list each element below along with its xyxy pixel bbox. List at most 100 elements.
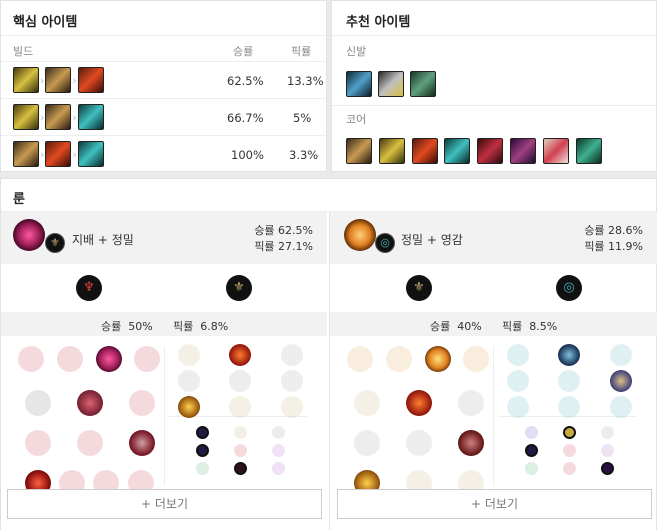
infinity-edge-icon[interactable] [45,67,72,93]
boots-label: 신발 [346,45,367,58]
core-items-panel: 핵심 아이템 빌드 승률 픽률 › › 62.5% 13.3% › › 66.7% … [0,0,327,172]
magic-resist-shard-icon[interactable] [601,462,614,475]
presence-of-mind-icon[interactable] [281,344,303,366]
magic-resist-shard-icon[interactable] [272,462,285,475]
build-pickrate: 13.3% [287,74,324,88]
ability-haste-shard-icon[interactable] [601,426,614,439]
build-row: › › 66.7% 5% [1,98,326,135]
rune-page: ⚜ 지배 + 정밀 승률 62.5% 픽률 27.1% ♆ ⚜ 승률 50% 픽… [1,212,327,530]
rune-page-header[interactable]: ◎ 정밀 + 영감 승률 28.6% 픽률 11.9% [330,212,657,264]
dark-harvest-icon[interactable] [96,346,122,372]
taste-of-blood-icon[interactable] [77,390,103,416]
infinity-edge-icon[interactable] [45,104,72,130]
legend-alacrity-icon[interactable] [178,370,200,392]
armor-shard-icon[interactable] [234,462,247,475]
bloodthirster-icon[interactable] [45,141,72,167]
legend-tenacity-icon[interactable] [229,370,251,392]
lethal-tempo-keystone-icon [344,219,376,251]
legend-bloodline-icon[interactable] [281,370,303,392]
perfect-timing-icon[interactable] [610,344,632,366]
guardian-angel-icon[interactable] [542,138,569,164]
bloodthirster-icon[interactable] [77,67,104,93]
adaptive-force-shard-icon[interactable] [525,426,538,439]
rune-page: ◎ 정밀 + 영감 승률 28.6% 픽률 11.9% ⚜ ◎ 승률 40% 픽… [330,212,657,530]
biscuit-delivery-icon[interactable] [610,370,632,392]
triumph-icon[interactable] [406,390,432,416]
stormrazor-icon[interactable] [13,67,39,93]
last-stand-icon[interactable] [281,396,303,418]
recommended-items-panel: 추천 아이템 신발 코어 [331,0,657,172]
health-shard-icon[interactable] [525,462,538,475]
rapid-firecannon-icon[interactable] [575,138,602,164]
magic-resist-shard-icon[interactable] [601,444,614,457]
minion-dematerializer-icon[interactable] [558,370,580,392]
mercury-treads-icon[interactable] [409,71,436,97]
presence-of-mind-icon[interactable] [458,390,484,416]
triumph-icon[interactable] [229,344,251,366]
legend-tenacity-icon[interactable] [406,430,432,456]
hail-of-blades-icon[interactable] [134,346,160,372]
attack-speed-shard-icon[interactable] [234,426,247,439]
runes-title: 룬 [13,192,25,207]
approach-velocity-icon[interactable] [558,396,580,418]
overheal-icon[interactable] [354,390,380,416]
precision-icon[interactable]: ⚜ [226,275,252,301]
col-winrate-label: 승률 [233,45,254,58]
futures-market-icon[interactable] [507,370,529,392]
more-button[interactable]: + 더보기 [337,489,652,519]
rune-stats-bar: 승률 50% 픽률 6.8% [1,312,327,336]
health-shard-icon[interactable] [196,462,209,475]
stormrazor-icon[interactable] [378,138,405,164]
ability-haste-shard-icon[interactable] [272,426,285,439]
core-label: 코어 [346,113,367,126]
overheal-icon[interactable] [178,344,200,366]
plated-steelcaps-icon[interactable] [377,71,404,97]
armor-shard-icon[interactable] [563,444,576,457]
infinity-edge-icon[interactable] [346,138,372,164]
attack-speed-shard-icon[interactable] [563,426,576,439]
inspiration-icon[interactable]: ◎ [556,275,582,301]
cut-down-icon[interactable] [229,396,251,418]
adaptive-force-shard-icon[interactable] [196,444,209,457]
sudden-impact-icon[interactable] [129,390,155,416]
immortal-shieldbow-icon[interactable] [444,138,471,164]
build-winrate: 62.5% [227,74,264,88]
essence-reaver-icon[interactable] [477,138,504,164]
zombie-ward-icon[interactable] [25,430,51,456]
adaptive-force-shard-icon[interactable] [196,426,209,439]
ghost-poro-icon[interactable] [77,430,103,456]
conqueror-icon[interactable] [463,346,489,372]
cheap-shot-icon[interactable] [25,390,51,416]
rune-page-winrate: 승률 28.6% [584,224,643,237]
build-winrate: 100% [231,148,264,162]
rune-page-header[interactable]: ⚜ 지배 + 정밀 승률 62.5% 픽률 27.1% [1,212,327,264]
electrocute-icon[interactable] [18,346,44,372]
hextech-flashtraption-icon[interactable] [507,344,529,366]
navori-quickblades-icon[interactable] [510,138,537,164]
bloodthirster-icon[interactable] [411,138,438,164]
col-build-label: 빌드 [13,45,34,58]
immortal-shieldbow-icon[interactable] [77,141,104,167]
cosmic-insight-icon[interactable] [507,396,529,418]
lethal-tempo-icon[interactable] [386,346,412,372]
adaptive-force-shard-icon[interactable] [525,444,538,457]
coup-de-grace-icon[interactable] [178,396,200,418]
armor-shard-icon[interactable] [234,444,247,457]
infinity-edge-icon[interactable] [13,141,39,167]
time-warp-tonic-icon[interactable] [610,396,632,418]
legend-alacrity-icon[interactable] [354,430,380,456]
predator-icon[interactable] [57,346,83,372]
magic-resist-shard-icon[interactable] [272,444,285,457]
magical-footwear-icon[interactable] [558,344,580,366]
legend-bloodline-icon[interactable] [458,430,484,456]
eyeball-collection-icon[interactable] [129,430,155,456]
stormrazor-icon[interactable] [13,104,39,130]
armor-shard-icon[interactable] [563,462,576,475]
press-the-attack-icon[interactable] [347,346,373,372]
domination-icon[interactable]: ♆ [76,275,102,301]
fleet-footwork-icon[interactable] [425,346,451,372]
berserker-greaves-icon[interactable] [346,71,372,97]
precision-icon[interactable]: ⚜ [406,275,432,301]
immortal-shieldbow-icon[interactable] [77,104,104,130]
more-button[interactable]: + 더보기 [7,489,322,519]
